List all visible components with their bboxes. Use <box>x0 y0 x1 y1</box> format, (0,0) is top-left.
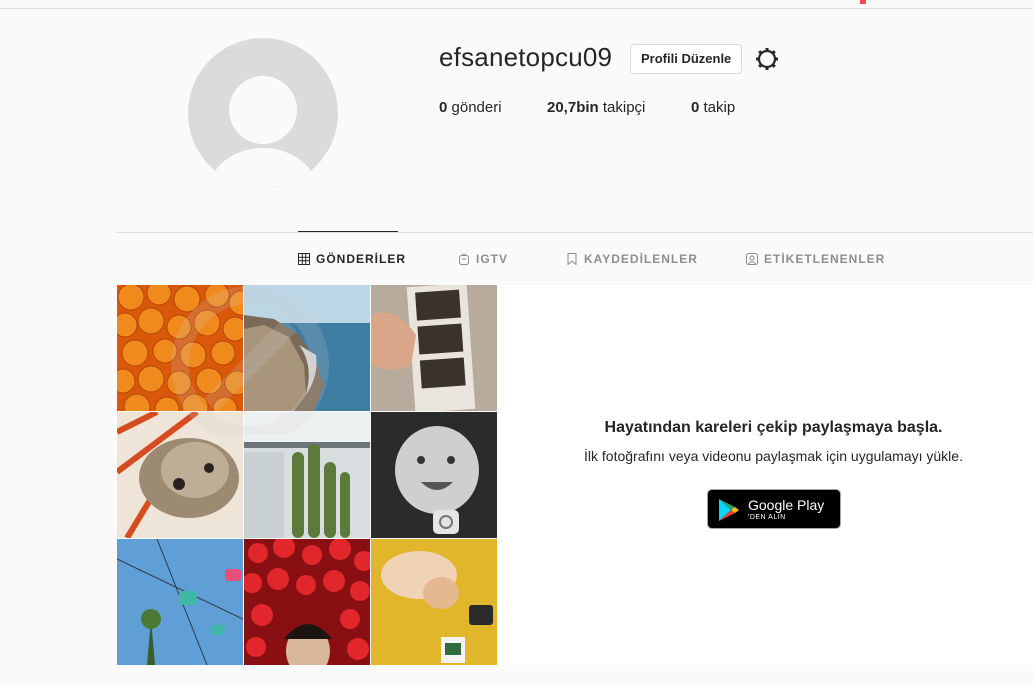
avatar-body-shape <box>208 148 318 188</box>
sample-photo-cactus <box>244 412 370 538</box>
sample-photo-dog <box>117 412 243 538</box>
promo-subtitle: İlk fotoğrafını veya videonu paylaşmak i… <box>584 448 963 464</box>
stat-following[interactable]: 0 takip <box>691 99 735 116</box>
notification-dot <box>860 0 866 4</box>
stat-posts-label: gönderi <box>451 99 502 116</box>
google-play-label: Google Play <box>748 497 825 513</box>
tab-posts-label: GÖNDERİLER <box>316 252 407 266</box>
tabs-divider <box>117 232 1033 233</box>
google-play-badge[interactable]: Google Play 'DEN ALIN <box>707 489 841 529</box>
tab-posts[interactable]: GÖNDERİLER <box>298 252 406 266</box>
top-navigation-edge <box>0 0 1033 9</box>
sample-photo-photobooth <box>371 285 497 411</box>
stat-followers-label: takipçi <box>602 99 646 116</box>
sample-photo-cat <box>371 539 497 665</box>
sample-photo-ferris-wheel <box>117 539 243 665</box>
tab-saved[interactable]: KAYDEDİLENLER <box>566 252 698 266</box>
grid-icon <box>298 253 310 265</box>
avatar-head-shape <box>229 76 297 144</box>
active-tab-indicator <box>298 231 398 232</box>
profile-avatar[interactable] <box>188 38 338 188</box>
sample-photo-oranges <box>117 285 243 411</box>
bookmark-icon <box>567 253 577 265</box>
promo-title: Hayatından kareleri çekip paylaşmaya baş… <box>604 419 943 436</box>
profile-username: efsanetopcu09 <box>439 42 613 72</box>
tab-igtv[interactable]: IGTV <box>458 252 508 266</box>
google-play-icon <box>719 499 739 521</box>
edit-profile-button[interactable]: Profili Düzenle <box>630 44 743 74</box>
app-promo-panel: Hayatından kareleri çekip paylaşmaya baş… <box>498 285 1033 665</box>
sample-photo-grid <box>117 285 498 665</box>
tab-tagged-label: ETİKETLENENLER <box>764 252 886 266</box>
stat-followers[interactable]: 20,7bin takipçi <box>547 99 645 116</box>
tab-tagged[interactable]: ETİKETLENENLER <box>746 252 885 266</box>
tab-igtv-label: IGTV <box>476 252 509 266</box>
sample-photo-baby <box>371 412 497 538</box>
stat-following-label: takip <box>703 99 736 116</box>
google-play-sublabel: 'DEN ALIN <box>748 514 786 521</box>
sample-photo-coastline <box>244 285 370 411</box>
stat-following-value: 0 <box>691 99 700 116</box>
tab-saved-label: KAYDEDİLENLER <box>584 252 698 266</box>
sample-photo-red-flowers <box>244 539 370 665</box>
settings-gear-icon[interactable] <box>754 46 780 72</box>
stat-posts: 0 gönderi <box>439 99 502 116</box>
tv-icon <box>459 253 469 265</box>
tag-person-icon <box>746 253 758 265</box>
stat-followers-value: 20,7bin <box>547 99 599 116</box>
stat-posts-value: 0 <box>439 99 448 116</box>
